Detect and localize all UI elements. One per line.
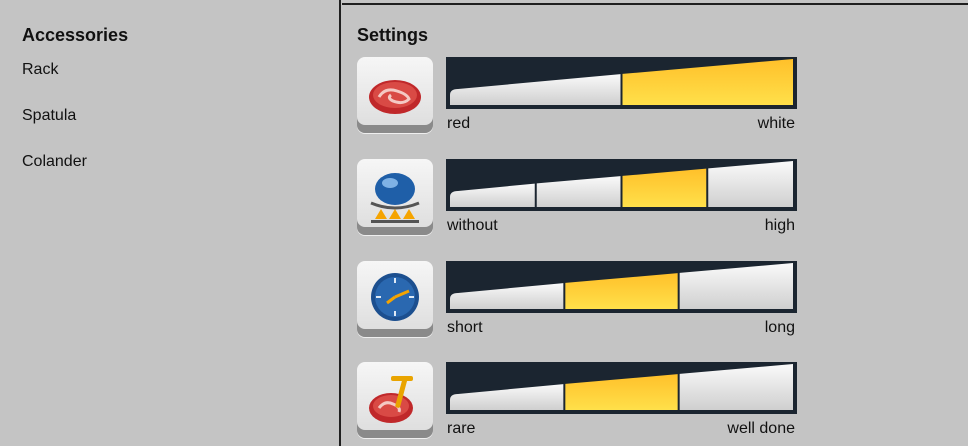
slider-segment[interactable] (679, 263, 793, 309)
slider-high-label: long (764, 319, 795, 336)
slider-segment[interactable] (708, 161, 793, 207)
slider-low-label: without (447, 217, 498, 234)
slider-low-label: red (447, 115, 471, 132)
browning-steam-icon[interactable] (357, 159, 433, 235)
settings-heading: Settings (357, 25, 429, 45)
slider-segment[interactable] (679, 364, 793, 410)
slider-segment[interactable] (450, 74, 621, 105)
slider-segment[interactable] (450, 283, 564, 309)
slider-segment-selected[interactable] (622, 59, 794, 105)
accessory-item-colander[interactable]: Colander (22, 153, 87, 171)
setting-row-browning: without high (357, 159, 797, 243)
slider-low-label: short (447, 319, 483, 336)
settings-top-border (342, 3, 968, 5)
meat-red-white-icon[interactable] (357, 57, 433, 133)
accessory-item-rack[interactable]: Rack (22, 61, 58, 79)
duration-slider[interactable] (446, 261, 797, 313)
slider-high-label: white (757, 115, 795, 132)
settings-panel: Settings (357, 25, 957, 45)
slider-low-label: rare (447, 420, 476, 437)
slider-segment[interactable] (450, 183, 535, 207)
slider-high-label: well done (727, 420, 795, 437)
clock-duration-icon[interactable] (357, 261, 433, 337)
accessories-heading: Accessories (22, 25, 129, 45)
setting-row-doneness: rare well done (357, 362, 797, 446)
slider-high-label: high (764, 217, 795, 234)
slider-segment-selected[interactable] (622, 168, 707, 207)
slider-segment-selected[interactable] (565, 273, 678, 309)
panel-divider (339, 0, 341, 446)
browning-slider[interactable] (446, 159, 797, 211)
setting-row-duration: short long (357, 261, 797, 345)
meat-doneness-icon[interactable] (357, 362, 433, 438)
slider-segment[interactable] (536, 176, 621, 207)
slider-segment[interactable] (450, 384, 564, 410)
doneness-slider[interactable] (446, 362, 797, 414)
setting-row-color: red white (357, 57, 797, 141)
accessories-panel: Accessories Rack Spatula Colander (22, 25, 322, 170)
color-slider[interactable] (446, 57, 797, 109)
slider-segment-selected[interactable] (565, 374, 678, 410)
accessory-item-spatula[interactable]: Spatula (22, 107, 76, 125)
top-border (0, 0, 968, 5)
